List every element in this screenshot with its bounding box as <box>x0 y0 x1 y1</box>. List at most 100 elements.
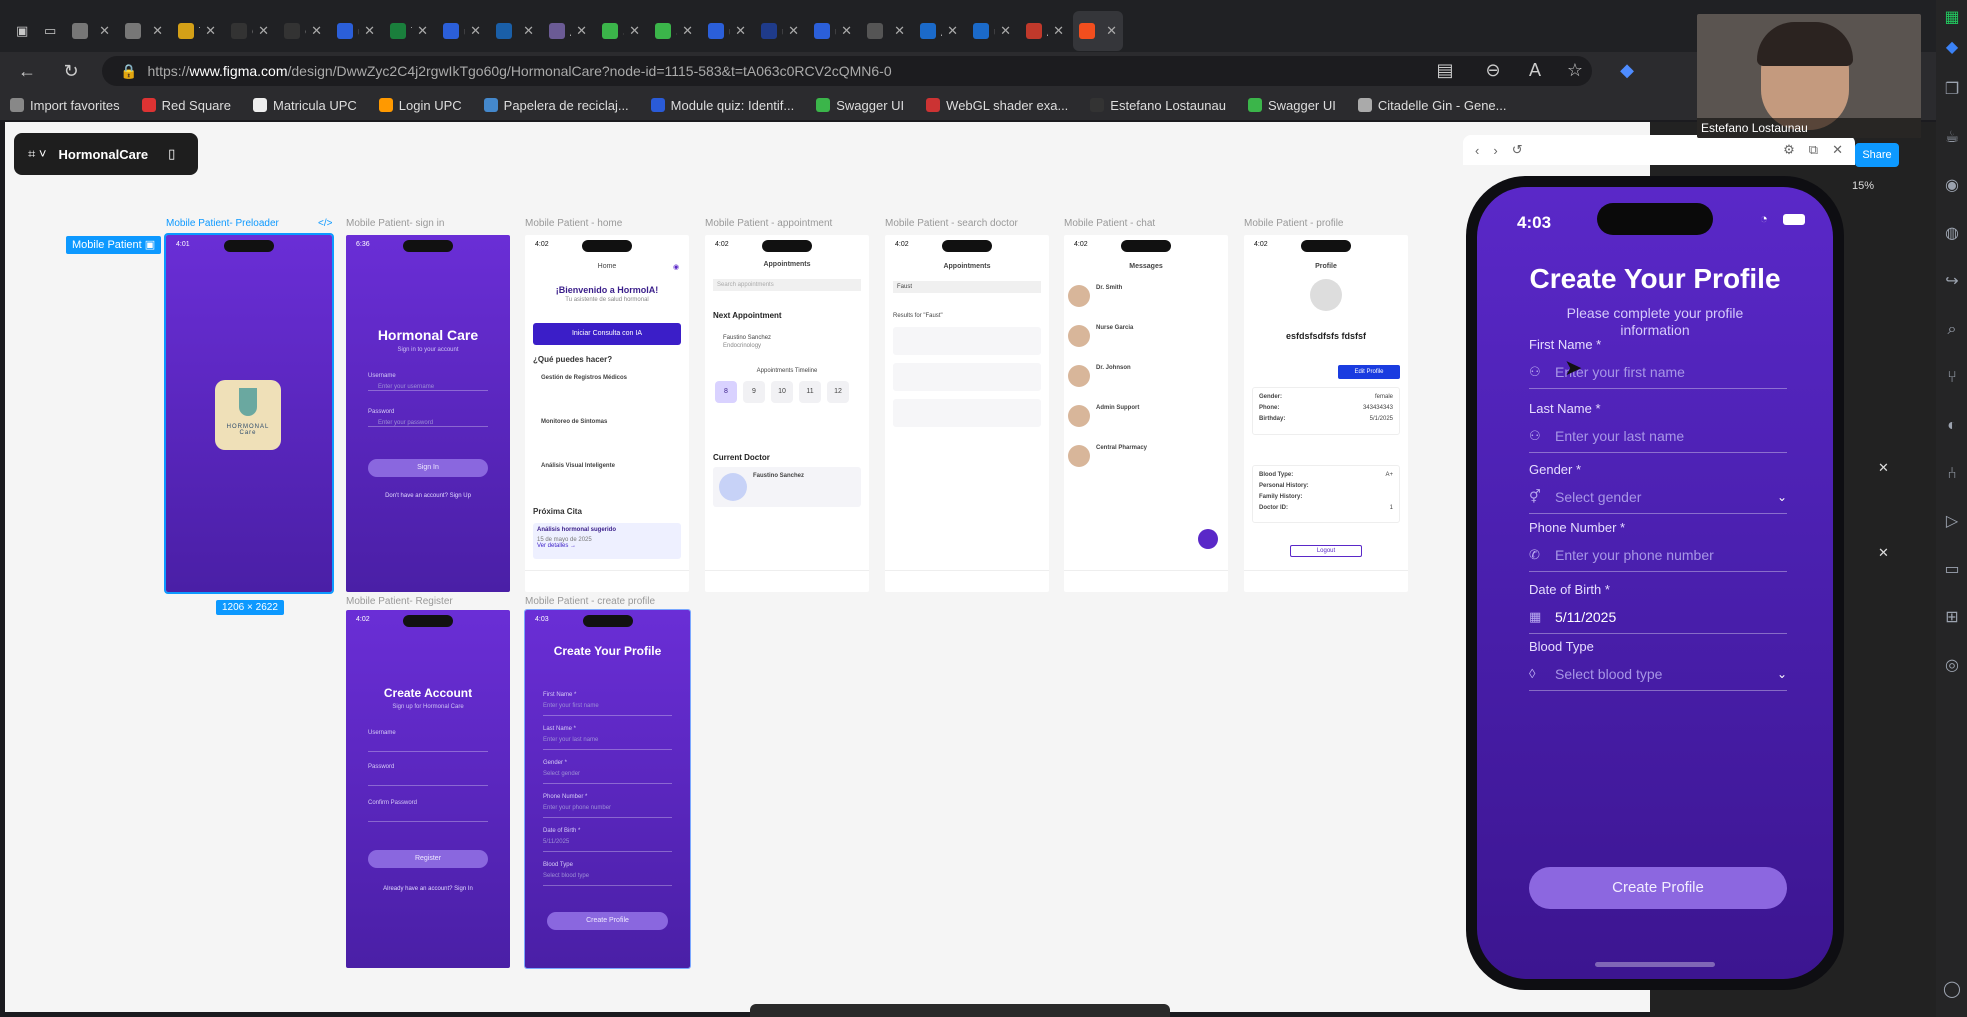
restart-icon[interactable]: ↺ <box>1512 142 1523 158</box>
frame-label-profile[interactable]: Mobile Patient - profile <box>1244 218 1344 229</box>
create-profile-button[interactable]: Create Profile <box>1529 867 1787 909</box>
frame-home[interactable]: 4:02 Home ◉ ¡Bienvenido a HormoIA! Tu as… <box>525 235 689 592</box>
frame-label-home[interactable]: Mobile Patient - home <box>525 218 622 229</box>
browser-tab[interactable]: upc ✕ <box>808 11 858 51</box>
frame-label-create[interactable]: Mobile Patient - create profile <box>525 596 655 607</box>
mini-profile-field[interactable]: Gender * Select gender <box>543 760 672 784</box>
frame-preloader[interactable]: 4:01 HORMONAL Care <box>164 233 334 594</box>
tab-close-icon[interactable]: ✕ <box>417 23 428 39</box>
coffee-icon[interactable]: ☕ <box>1942 128 1962 148</box>
signin-button[interactable]: Sign In <box>368 459 488 477</box>
register-username-field[interactable]: Username <box>368 730 488 752</box>
source-control-icon[interactable]: ⑂ <box>1942 368 1962 388</box>
signin-footer[interactable]: Don't have an account? Sign Up <box>346 493 510 499</box>
next-appointment-card[interactable]: Análisis hormonal sugerido 15 de mayo de… <box>533 523 681 559</box>
search-icon[interactable]: ⌕ <box>1942 320 1962 340</box>
browser-tab[interactable]: TDI ✕ <box>172 11 222 51</box>
bookmark-item[interactable]: Swagger UI <box>816 98 904 113</box>
git-icon[interactable]: ◐ <box>1942 416 1962 436</box>
timeline-day[interactable]: 12 <box>827 381 849 403</box>
search-doctor-input[interactable]: Faust <box>893 281 1041 293</box>
frame-chat[interactable]: 4:02 Messages Dr. Smith Nurse Garcia Dr. J… <box>1064 235 1228 592</box>
run-icon[interactable]: ◉ <box>1942 176 1962 196</box>
settings-icon[interactable]: ⚙ <box>1783 142 1795 158</box>
result-card[interactable] <box>893 363 1041 391</box>
profile-field[interactable]: Phone Number * ✆ Enter your phone number <box>1529 520 1787 572</box>
vscode-icon[interactable]: ◆ <box>1942 38 1962 58</box>
register-button[interactable]: Register <box>368 850 488 868</box>
browser-tab[interactable]: upc ✕ <box>331 11 381 51</box>
github-icon[interactable]: ◍ <box>1942 224 1962 244</box>
browser-tab[interactable]: upc ✕ <box>437 11 487 51</box>
browser-tab[interactable]: Api ✕ <box>1020 11 1070 51</box>
chat-item[interactable]: Central Pharmacy <box>1068 441 1224 481</box>
close-icon[interactable]: ✕ <box>1878 460 1889 476</box>
feature-visual[interactable]: Análisis Visual Inteligente <box>541 463 615 469</box>
tab-close-icon[interactable]: ✕ <box>894 23 905 39</box>
tab-overview-icon[interactable]: ▭ <box>38 11 66 51</box>
browser-tab[interactable]: Car ✕ <box>278 11 328 51</box>
browser-tab[interactable]: Ne ✕ <box>861 11 911 51</box>
tab-close-icon[interactable]: ✕ <box>841 23 852 39</box>
shield-icon[interactable]: ◆ <box>1612 60 1642 81</box>
zoom-level[interactable]: 15% <box>1852 180 1874 192</box>
frame-signin[interactable]: 6:36 Hormonal Care Sign in to your accou… <box>346 235 510 592</box>
browser-tab[interactable]: Sw ✕ <box>649 11 699 51</box>
tab-close-icon[interactable]: ✕ <box>682 23 693 39</box>
tab-close-icon[interactable]: ✕ <box>311 23 322 39</box>
tab-close-icon[interactable]: ✕ <box>947 23 958 39</box>
tab-close-icon[interactable]: ✕ <box>152 23 163 39</box>
tab-close-icon[interactable]: ✕ <box>576 23 587 39</box>
chat-item[interactable]: Dr. Smith <box>1068 281 1224 321</box>
tab-close-icon[interactable]: ✕ <box>205 23 216 39</box>
phone-screen[interactable]: 4:03 ◔ Create Your Profile Please comple… <box>1477 187 1833 979</box>
mini-profile-field[interactable]: Date of Birth * 5/11/2025 <box>543 828 672 852</box>
chat-item[interactable]: Admin Support <box>1068 401 1224 441</box>
tab-close-icon[interactable]: ✕ <box>735 23 746 39</box>
share-button[interactable]: Share <box>1855 143 1899 167</box>
mini-profile-field[interactable]: Last Name * Enter your last name <box>543 726 672 750</box>
frame-search-doctor[interactable]: 4:02 Appointments Faust Results for "Fau… <box>885 235 1049 592</box>
frame-label-search[interactable]: Mobile Patient - search doctor <box>885 218 1018 229</box>
browser-tab[interactable]: Pre ✕ <box>66 11 116 51</box>
browser-tab[interactable]: Ass ✕ <box>914 11 964 51</box>
browser-tab[interactable]: upc ✕ <box>702 11 752 51</box>
tab-close-icon[interactable]: ✕ <box>629 23 640 39</box>
appointments-search[interactable]: Search appointments <box>713 279 861 291</box>
create-profile-mini-button[interactable]: Create Profile <box>547 912 668 930</box>
bookmark-item[interactable]: WebGL shader exa... <box>926 98 1068 113</box>
refresh-icon[interactable]: ↻ <box>56 61 86 82</box>
tab-close-icon[interactable]: ✕ <box>258 23 269 39</box>
section-badge[interactable]: Mobile Patient ▣ <box>66 236 162 254</box>
profile-field[interactable]: Date of Birth * ▦ 5/11/2025 <box>1529 582 1787 634</box>
browser-tab[interactable]: upc ✕ <box>755 11 805 51</box>
edit-profile-button[interactable]: Edit Profile <box>1338 365 1400 379</box>
explorer-icon[interactable]: ❐ <box>1942 80 1962 100</box>
reader-icon[interactable]: ▤ <box>1430 60 1460 81</box>
bookmark-item[interactable]: Matricula UPC <box>252 98 357 113</box>
next-link[interactable]: Ver detalles → <box>533 543 681 549</box>
browser-tab[interactable]: Res ✕ <box>119 11 169 51</box>
bookmark-item[interactable]: Papelera de reciclaj... <box>483 98 629 113</box>
register-password-field[interactable]: Password <box>368 764 488 786</box>
mini-profile-field[interactable]: First Name * Enter your first name <box>543 692 672 716</box>
bookmark-item[interactable]: Login UPC <box>378 98 462 113</box>
frame-appointments[interactable]: 4:02 Appointments Search appointments Ne… <box>705 235 869 592</box>
feature-symptoms[interactable]: Monitoreo de Síntomas <box>541 419 607 425</box>
frame-create-profile[interactable]: 4:03 Create Your Profile First Name * Ent… <box>524 609 691 969</box>
frame-label-chat[interactable]: Mobile Patient - chat <box>1064 218 1155 229</box>
account-icon[interactable]: ◯ <box>1942 980 1962 1000</box>
remote-icon[interactable]: ▭ <box>1942 560 1962 580</box>
chat-item[interactable]: Dr. Johnson <box>1068 361 1224 401</box>
bookmark-item[interactable]: Red Square <box>141 98 231 113</box>
register-confirm-field[interactable]: Confirm Password <box>368 800 488 822</box>
browser-tab[interactable]: upc ✕ <box>967 11 1017 51</box>
timeline-day[interactable]: 9 <box>743 381 765 403</box>
tab-close-icon[interactable]: ✕ <box>1000 23 1011 39</box>
url-input[interactable]: 🔒 https://www.figma.com/design/DwwZyc2C4… <box>102 56 1592 86</box>
extensions-icon[interactable]: ⊞ <box>1942 608 1962 628</box>
frame-label-appointment[interactable]: Mobile Patient - appointment <box>705 218 832 229</box>
file-name[interactable]: HormonalCare <box>59 147 149 162</box>
browser-tab[interactable]: Api ✕ <box>543 11 593 51</box>
chat-item[interactable]: Nurse Garcia <box>1068 321 1224 361</box>
